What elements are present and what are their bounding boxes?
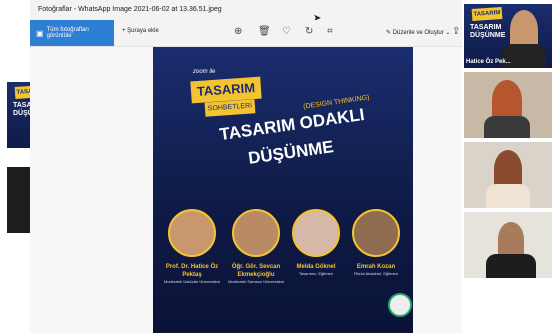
speaker-1: Prof. Dr. Hatice Öz Pektaş Moderatör Üsk…	[161, 209, 223, 285]
title-bar: Fotoğraflar - WhatsApp Image 2021-06-02 …	[30, 0, 462, 24]
photos-window: Fotoğraflar - WhatsApp Image 2021-06-02 …	[30, 0, 462, 333]
speaker-role: Fikrial Akademi, Eğitmen	[353, 271, 398, 276]
poster-headline-2: DÜŞÜNME	[247, 137, 335, 168]
speaker-role: Tasarımcı, Eğitmen	[298, 271, 334, 276]
speaker-photo	[232, 209, 280, 257]
speaker-photo	[292, 209, 340, 257]
participant-video	[492, 80, 522, 120]
add-to-button[interactable]: + Şuraya ekle	[122, 28, 159, 34]
favorite-icon[interactable]: ♡	[282, 26, 291, 37]
speaker-name: Prof. Dr. Hatice Öz Pektaş	[165, 264, 219, 278]
edit-icon: ✎	[386, 30, 393, 36]
speaker-name: Öğr. Gör. Sevcan Ekmekçioğlu	[231, 264, 281, 278]
poster-image: zoom ile TASARIM SOHBETLERİ (DESIGN THIN…	[153, 47, 413, 333]
mini-poster-headline: TASARIMDÜŞÜNME	[470, 24, 506, 39]
speaker-role: Moderatör Üsküdar Üniversitesi	[163, 279, 221, 284]
rotate-icon[interactable]: ↻	[305, 26, 313, 37]
university-seal	[388, 293, 412, 317]
speaker-name: Emrah Kozan	[356, 264, 396, 270]
zoom-icon[interactable]: ⊕	[234, 26, 242, 37]
add-to-label: Şuraya ekle	[127, 28, 159, 34]
video-tile-hatice[interactable]: TASARIM TASARIM DÜŞÜNME Hatice Öz Pek...	[464, 4, 552, 68]
all-photos-button[interactable]: ▣ Tüm fotoğrafları görüntüle	[30, 20, 114, 46]
edit-create-button[interactable]: ✎ Düzenle ve Oluştur ⌄	[386, 29, 450, 36]
window-title: Fotoğraflar - WhatsApp Image 2021-06-02 …	[38, 6, 222, 13]
photos-icon: ▣	[36, 28, 44, 38]
speaker-3: Melda Göknel Tasarımcı, Eğitmen	[285, 209, 347, 277]
speaker-2: Öğr. Gör. Sevcan Ekmekçioğlu Moderatör S…	[225, 209, 287, 285]
mini-poster-badge: TASARIM	[471, 6, 503, 22]
participant-video	[494, 150, 522, 188]
participant-shirt	[486, 184, 530, 208]
speaker-photo	[352, 209, 400, 257]
poster-badge: zoom ile TASARIM SOHBETLERİ	[179, 67, 267, 125]
video-tile-4[interactable]	[464, 212, 552, 278]
image-viewer: zoom ile TASARIM SOHBETLERİ (DESIGN THIN…	[30, 47, 462, 333]
speaker-photo	[168, 209, 216, 257]
share-icon[interactable]: ⇪	[452, 26, 460, 37]
speaker-name: Melda Göknel	[296, 264, 336, 270]
crop-icon[interactable]: ⌗	[327, 26, 333, 37]
speaker-4: Emrah Kozan Fikrial Akademi, Eğitmen	[345, 209, 407, 277]
toolbar: ▣ Tüm fotoğrafları görüntüle + Şuraya ek…	[30, 20, 462, 47]
participant-name-label: Hatice Öz Pek...	[466, 59, 511, 65]
video-tile-2[interactable]	[464, 72, 552, 138]
participant-shirt	[484, 116, 530, 138]
speaker-role: Moderatör Samsun Üniversitesi	[228, 279, 284, 284]
participant-shirt	[486, 254, 536, 278]
badge-line2: SOHBETLERİ	[204, 99, 256, 117]
delete-icon[interactable]: 🗑	[258, 26, 271, 37]
video-tile-3[interactable]	[464, 142, 552, 208]
zoom-label: zoom ile	[193, 69, 216, 75]
edit-create-label: Düzenle ve Oluştur	[392, 30, 444, 36]
participant-video	[498, 222, 524, 256]
all-photos-label: Tüm fotoğrafları görüntüle	[46, 27, 89, 39]
